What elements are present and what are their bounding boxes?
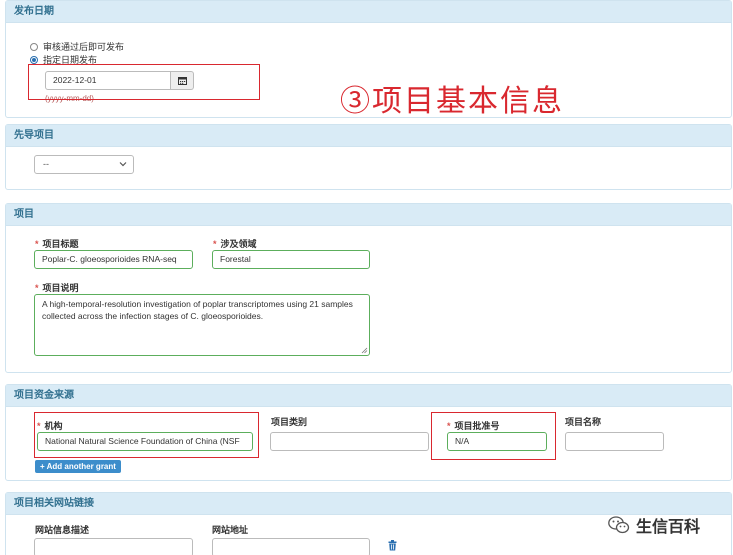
project-desc-label: * 项目说明 — [35, 281, 79, 294]
funding-name-input[interactable] — [565, 432, 664, 451]
radio-specific-date[interactable] — [30, 55, 38, 64]
funding-category-label: 项目类别 — [271, 417, 308, 427]
trash-icon[interactable] — [388, 540, 397, 551]
funding-heading: 项目资金来源 — [6, 385, 731, 407]
links-heading: 项目相关网站链接 — [6, 493, 731, 515]
highlight-agency-box — [34, 412, 259, 458]
highlight-date-box — [28, 64, 260, 100]
radio-after-review-label: 审核通过后即可发布 — [43, 42, 125, 52]
project-heading: 项目 — [6, 204, 731, 226]
project-domain-label: * 涉及领域 — [213, 237, 257, 250]
lead-project-select[interactable]: -- — [34, 155, 134, 174]
chevron-down-icon — [119, 162, 127, 167]
publish-option-after-review[interactable]: 审核通过后即可发布 — [30, 40, 124, 53]
link-url-input[interactable] — [212, 538, 370, 555]
annotation-project-basic-info: ③项目基本信息 — [340, 84, 564, 119]
publish-date-heading: 发布日期 — [6, 1, 731, 23]
required-star: * — [35, 239, 39, 249]
radio-after-review[interactable] — [30, 42, 38, 51]
project-title-label: * 项目标题 — [35, 237, 79, 250]
required-star: * — [35, 283, 39, 293]
project-desc-textarea[interactable]: A high-temporal-resolution investigation… — [34, 294, 370, 356]
project-domain-input[interactable]: Forestal — [212, 250, 370, 269]
watermark-text: 生信百科 — [636, 519, 701, 536]
funding-category-input[interactable] — [270, 432, 429, 451]
link-desc-input[interactable] — [34, 538, 193, 555]
project-title-input[interactable]: Poplar-C. gloeosporioides RNA-seq — [34, 250, 193, 269]
project-desc-label-text: 项目说明 — [42, 283, 79, 293]
watermark: 生信百科 — [608, 513, 700, 537]
link-url-label: 网站地址 — [212, 525, 249, 535]
project-domain-label-text: 涉及领域 — [220, 239, 257, 249]
wechat-icon — [608, 516, 630, 534]
resize-handle-icon[interactable] — [361, 347, 368, 354]
required-star: * — [213, 239, 217, 249]
project-title-label-text: 项目标题 — [42, 239, 79, 249]
lead-project-heading: 先导项目 — [6, 125, 731, 147]
lead-project-select-value: -- — [43, 159, 49, 169]
highlight-grant-box — [431, 412, 556, 460]
funding-name-label: 项目名称 — [565, 417, 602, 427]
add-another-grant-button[interactable]: + Add another grant — [35, 460, 121, 473]
link-desc-label: 网站信息描述 — [35, 525, 90, 535]
